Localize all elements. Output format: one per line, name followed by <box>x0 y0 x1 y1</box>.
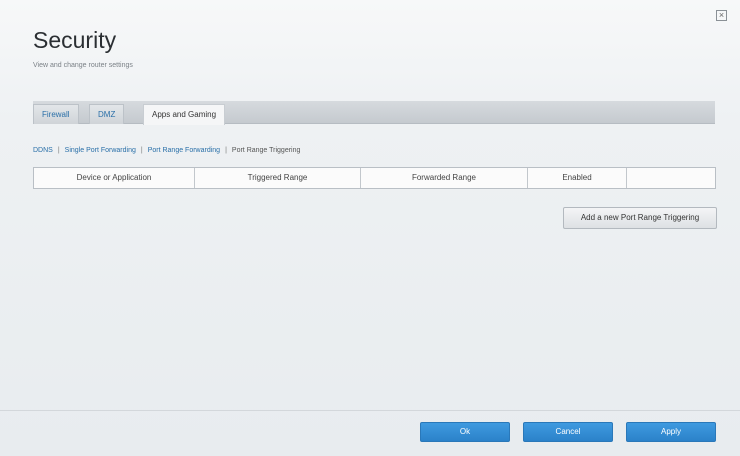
apply-button[interactable]: Apply <box>626 422 716 442</box>
port-range-triggering-table-header: Device or Application Triggered Range Fo… <box>33 167 716 189</box>
subnav-separator: | <box>140 147 143 154</box>
subnav-port-range-triggering[interactable]: Port Range Triggering <box>232 147 300 154</box>
column-enabled: Enabled <box>528 168 627 188</box>
subnav-separator: | <box>225 147 227 154</box>
add-port-range-triggering-button[interactable]: Add a new Port Range Triggering <box>563 207 717 229</box>
column-forwarded-range: Forwarded Range <box>361 168 528 188</box>
page-subtitle: View and change router settings <box>33 62 133 69</box>
tab-apps-and-gaming[interactable]: Apps and Gaming <box>143 104 226 125</box>
subnav-ddns[interactable]: DDNS <box>33 147 53 154</box>
tab-dmz[interactable]: DMZ <box>89 104 125 124</box>
close-icon[interactable]: × <box>716 10 727 21</box>
tab-strip: Firewall DMZ Apps and Gaming <box>33 101 715 125</box>
tab-firewall[interactable]: Firewall <box>33 104 79 124</box>
cancel-button[interactable]: Cancel <box>523 422 613 442</box>
security-page: × Security View and change router settin… <box>0 0 740 456</box>
sub-navigation: DDNS | Single Port Forwarding | Port Range F… <box>33 147 300 154</box>
subnav-port-range-forwarding[interactable]: Port Range Forwarding <box>148 147 220 154</box>
page-title: Security <box>33 27 117 53</box>
footer-divider <box>0 410 740 411</box>
subnav-single-port-forwarding[interactable]: Single Port Forwarding <box>65 147 136 154</box>
column-device-or-application: Device or Application <box>34 168 195 188</box>
ok-button[interactable]: Ok <box>420 422 510 442</box>
column-triggered-range: Triggered Range <box>195 168 361 188</box>
subnav-separator: | <box>57 147 60 154</box>
column-actions <box>627 168 715 188</box>
